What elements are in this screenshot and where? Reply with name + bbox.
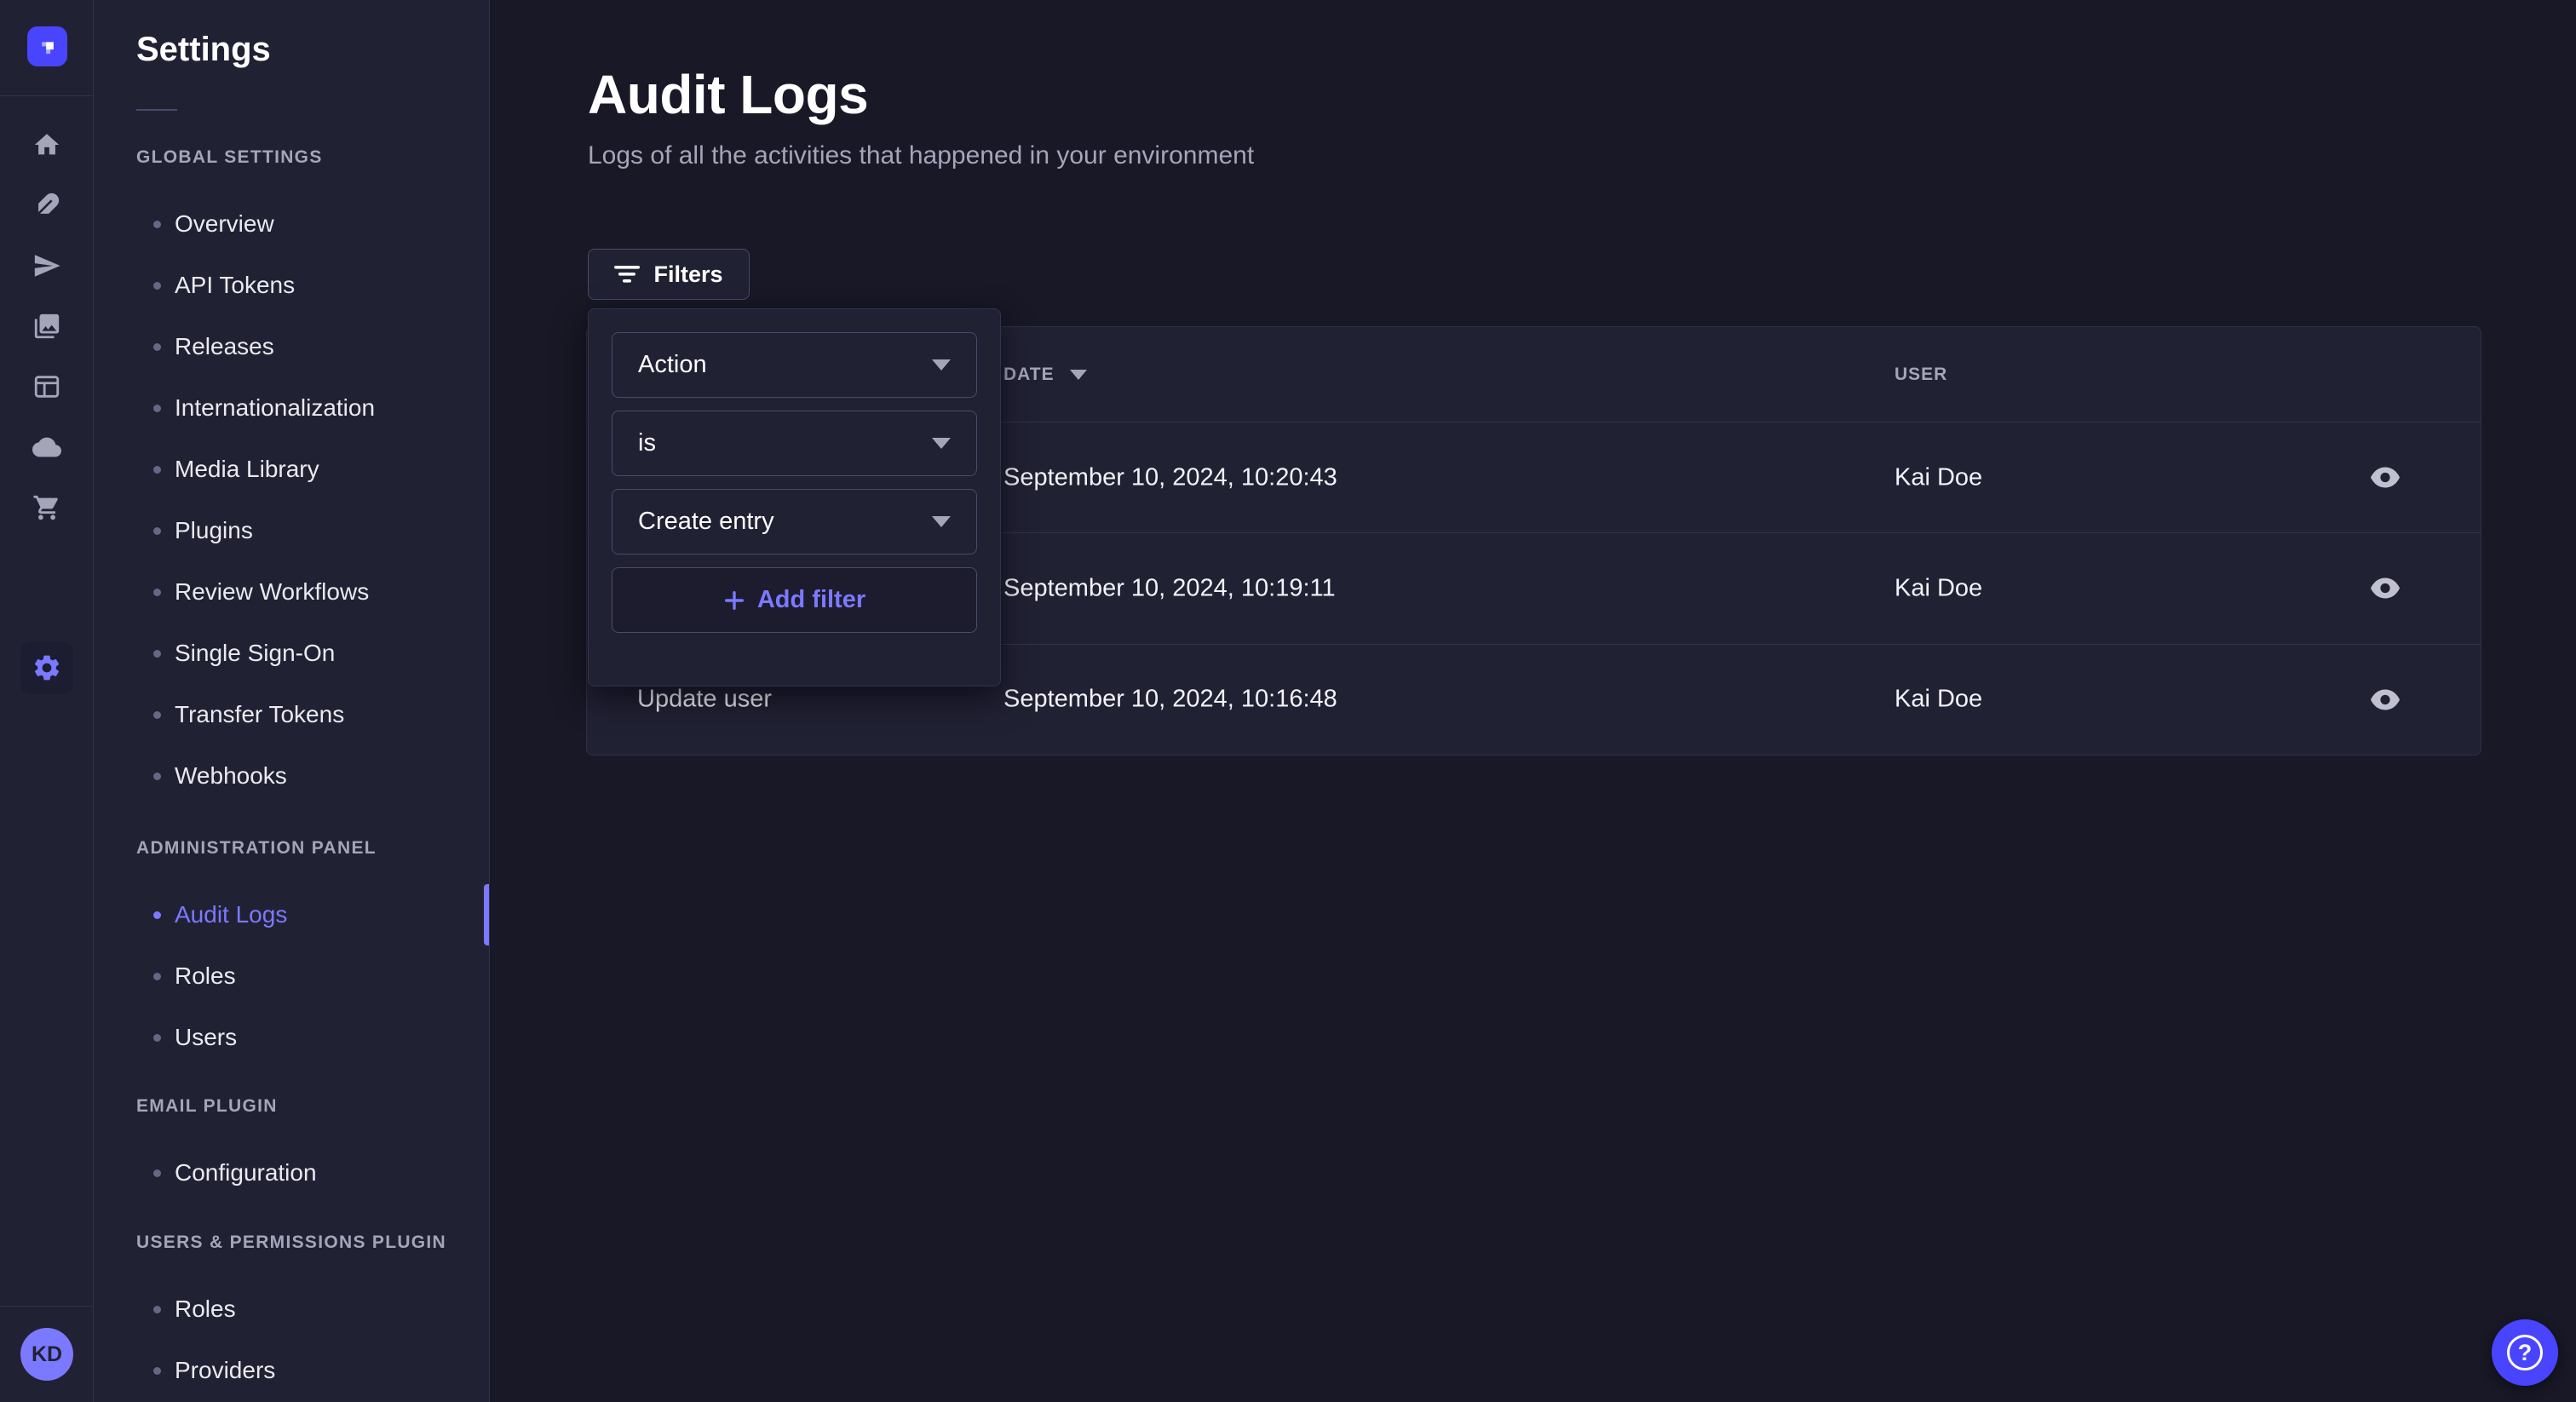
avatar[interactable]: KD [20,1328,73,1381]
filter-value-select[interactable]: Create entry [612,489,977,554]
bullet-icon [153,527,161,535]
view-log-button[interactable] [2366,572,2404,606]
section-global-settings: GLOBAL SETTINGS Overview API Tokens Rele… [94,147,489,807]
filters-button[interactable]: Filters [588,249,750,300]
filter-popover: Action is Create entry Add filter [588,308,1001,687]
section-label: GLOBAL SETTINGS [136,147,489,169]
chevron-down-icon [932,438,951,449]
plus-icon [723,589,745,612]
rail-bottom-divider [0,1306,93,1307]
sidebar-title: Settings [136,31,271,69]
help-button[interactable]: ? [2492,1319,2558,1386]
sidebar-item-overview[interactable]: Overview [94,193,489,255]
section-email-plugin: EMAIL PLUGIN Configuration [94,1095,489,1204]
cart-icon[interactable] [31,493,63,522]
view-log-button[interactable] [2366,461,2404,495]
section-label: ADMINISTRATION PANEL [136,837,489,859]
column-header-date[interactable]: DATE [1003,327,1087,422]
bullet-icon [153,1169,161,1177]
bullet-icon [153,911,161,919]
sidebar-item-providers[interactable]: Providers [94,1340,489,1401]
view-log-button[interactable] [2366,682,2404,716]
chevron-down-icon [932,516,951,527]
question-mark-icon: ? [2507,1335,2543,1370]
user-cell: Kai Doe [1895,574,1982,602]
home-icon[interactable] [31,130,63,159]
filter-icon [614,265,640,284]
sidebar-item-configuration[interactable]: Configuration [94,1142,489,1204]
section-label: EMAIL PLUGIN [136,1095,489,1118]
page-title: Audit Logs [588,63,868,126]
sidebar-item-api-tokens[interactable]: API Tokens [94,255,489,316]
bullet-icon [153,711,161,719]
bullet-icon [153,773,161,780]
sidebar-item-admin-users[interactable]: Users [94,1007,489,1068]
strapi-logo-icon[interactable] [27,26,67,66]
sidebar-item-plugins[interactable]: Plugins [94,500,489,561]
rail-divider [0,95,93,96]
sidebar-item-transfer-tokens[interactable]: Transfer Tokens [94,684,489,745]
bullet-icon [153,973,161,980]
date-cell: September 10, 2024, 10:20:43 [1003,463,1337,491]
bullet-icon [153,1306,161,1313]
bullet-icon [153,589,161,596]
settings-sidebar: Settings GLOBAL SETTINGS Overview API To… [94,0,490,1402]
paper-plane-icon[interactable] [31,251,63,280]
date-cell: September 10, 2024, 10:16:48 [1003,686,1337,714]
gear-icon[interactable] [20,641,73,694]
bullet-icon [153,221,161,228]
user-cell: Kai Doe [1895,463,1982,491]
user-cell: Kai Doe [1895,686,1982,714]
active-indicator [484,884,489,945]
column-header-user: USER [1895,327,1947,422]
filter-field-select[interactable]: Action [612,332,977,398]
bullet-icon [153,405,161,412]
sidebar-item-single-sign-on[interactable]: Single Sign-On [94,623,489,684]
bullet-icon [153,282,161,290]
eye-icon [2371,689,2400,710]
sidebar-item-media-library[interactable]: Media Library [94,439,489,500]
sidebar-title-rule [136,109,177,111]
sidebar-item-releases[interactable]: Releases [94,316,489,377]
section-users-permissions-plugin: USERS & PERMISSIONS PLUGIN Roles Provide… [94,1232,489,1401]
eye-icon [2371,467,2400,488]
add-filter-button[interactable]: Add filter [612,567,977,633]
eye-icon [2371,577,2400,599]
section-administration-panel: ADMINISTRATION PANEL Audit Logs Roles Us… [94,837,489,1068]
main-content: Audit Logs Logs of all the activities th… [490,0,2576,1402]
sidebar-item-audit-logs[interactable]: Audit Logs [94,884,489,945]
bullet-icon [153,650,161,658]
icon-rail: KD [0,0,94,1402]
cloud-icon[interactable] [31,433,63,462]
layout-icon[interactable] [31,372,63,401]
filter-operator-select[interactable]: is [612,411,977,476]
chevron-down-icon [932,359,951,371]
sidebar-item-admin-roles[interactable]: Roles [94,945,489,1007]
sort-descending-icon [1070,370,1087,380]
date-cell: September 10, 2024, 10:19:11 [1003,574,1336,602]
bullet-icon [153,1367,161,1375]
page-subtitle: Logs of all the activities that happened… [588,141,1254,170]
bullet-icon [153,1034,161,1042]
action-cell: Update user [637,686,772,714]
sidebar-item-review-workflows[interactable]: Review Workflows [94,561,489,623]
media-library-icon[interactable] [31,312,63,341]
sidebar-item-internationalization[interactable]: Internationalization [94,377,489,439]
bullet-icon [153,466,161,474]
rail-nav [0,130,93,522]
feather-icon[interactable] [31,191,63,220]
sidebar-item-webhooks[interactable]: Webhooks [94,745,489,807]
bullet-icon [153,343,161,351]
sidebar-item-up-roles[interactable]: Roles [94,1278,489,1340]
section-label: USERS & PERMISSIONS PLUGIN [136,1232,489,1254]
